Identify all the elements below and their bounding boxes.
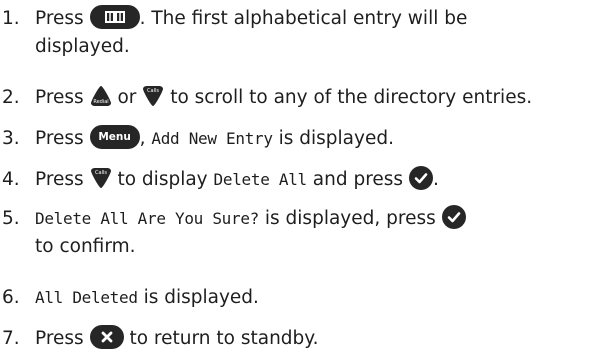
cross-icon: [101, 331, 112, 343]
step-text: . The first alphabetical entry will be: [139, 8, 468, 29]
step-text: to scroll to any of the directory entrie…: [170, 87, 533, 108]
calls-down-button: Calls: [142, 85, 164, 107]
step-text: is displayed.: [278, 128, 394, 149]
step-text: is displayed, press: [264, 208, 436, 229]
display-text: Delete All: [213, 170, 308, 189]
ok-button: [408, 166, 433, 190]
step-text: ,: [139, 128, 146, 149]
step-text: to return to standby.: [129, 328, 319, 349]
redial-label: Redial: [93, 99, 108, 105]
step-text: is displayed.: [143, 287, 259, 308]
step-text-continued: displayed.: [35, 36, 130, 57]
phonebook-button: [89, 5, 140, 29]
instruction-step: 6. All Deleted is displayed.: [0, 284, 589, 312]
display-text: All Deleted: [35, 288, 138, 307]
step-text: or: [117, 87, 137, 108]
step-number: 2.: [2, 87, 20, 108]
step-text: to display: [117, 169, 208, 190]
calls-down-button: Calls: [90, 167, 112, 189]
step-number: 4.: [2, 169, 20, 190]
step-text: and press: [312, 169, 404, 190]
step-number: 6.: [2, 287, 20, 308]
calls-down-icon: Calls: [90, 168, 111, 188]
step-text-continued: to confirm.: [35, 236, 136, 257]
instruction-step: 7. Press to return to standby.: [0, 325, 589, 353]
menu-button: Menu: [89, 125, 140, 149]
step-text: Press: [35, 328, 84, 349]
instruction-step: 5. Delete All Are You Sure? is displayed,…: [0, 205, 589, 261]
step-text: Press: [35, 169, 84, 190]
instruction-step: 1. Press . The first alphabetical entry w…: [0, 5, 589, 61]
step-text: .: [432, 169, 439, 190]
calls-label: Calls: [147, 88, 159, 94]
instruction-step: 3. Press Menu , Add New Entry is displaye…: [0, 125, 589, 153]
instruction-step: 2. Press Redial or Calls to scroll to any…: [0, 84, 589, 112]
display-text: Delete All Are You Sure?: [35, 209, 259, 228]
step-number: 7.: [2, 328, 20, 349]
checkmark-icon: [414, 173, 428, 184]
step-text: Press: [35, 128, 84, 149]
calls-label: Calls: [95, 170, 107, 176]
display-text: Add New Entry: [151, 129, 273, 148]
step-text: Press: [35, 87, 84, 108]
step-number: 5.: [2, 208, 20, 229]
ok-button: [441, 205, 466, 229]
instruction-step: 4. Press Calls to display Delete All and …: [0, 166, 589, 194]
calls-down-icon: Calls: [143, 86, 164, 106]
checkmark-icon: [447, 212, 460, 223]
step-number: 1.: [2, 8, 20, 29]
menu-label: Menu: [98, 131, 131, 143]
redial-up-button: Redial: [90, 85, 112, 107]
step-number: 3.: [2, 128, 20, 149]
step-text: Press: [35, 8, 84, 29]
redial-up-icon: Redial: [90, 86, 111, 106]
book-icon: [104, 11, 125, 23]
cancel-button: [89, 325, 124, 349]
